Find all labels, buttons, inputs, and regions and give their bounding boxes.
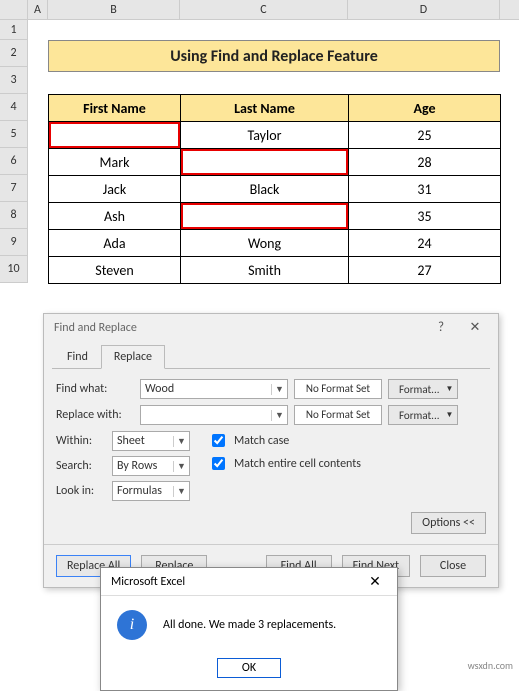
- row-header-2[interactable]: 2: [0, 40, 28, 67]
- chevron-down-icon[interactable]: ▼: [173, 486, 189, 497]
- cell-c6[interactable]: [181, 149, 349, 176]
- page-title: Using Find and Replace Feature: [48, 40, 500, 72]
- th-age[interactable]: Age: [349, 95, 501, 122]
- search-select[interactable]: By Rows▼: [112, 456, 190, 476]
- chevron-down-icon[interactable]: ▼: [173, 436, 189, 447]
- col-header-A[interactable]: A: [28, 0, 48, 19]
- th-first[interactable]: First Name: [49, 95, 181, 122]
- cell-d10[interactable]: 27: [349, 257, 501, 284]
- col-header-D[interactable]: D: [348, 0, 500, 19]
- watermark: wsxdn.com: [468, 659, 513, 672]
- row-header-7[interactable]: 7: [0, 175, 28, 202]
- row-header-1[interactable]: 1: [0, 20, 28, 40]
- find-what-label: Find what:: [56, 382, 134, 396]
- col-header-C[interactable]: C: [180, 0, 348, 19]
- row-headers: 1 2 3 4 5 6 7 8 9 10: [0, 20, 28, 283]
- find-format-preview: No Format Set: [294, 379, 382, 399]
- cell-d8[interactable]: 35: [349, 203, 501, 230]
- cell-d6[interactable]: 28: [349, 149, 501, 176]
- replace-format-preview: No Format Set: [294, 405, 382, 425]
- replace-format-button[interactable]: Format...▼: [388, 405, 458, 425]
- within-select[interactable]: Sheet▼: [112, 431, 190, 451]
- chevron-down-icon[interactable]: ▼: [271, 384, 287, 395]
- chevron-down-icon: ▼: [446, 410, 454, 420]
- find-what-input[interactable]: Wood ▼: [140, 379, 288, 399]
- cell-d5[interactable]: 25: [349, 122, 501, 149]
- dialog-title: Find and Replace: [54, 321, 424, 335]
- chevron-down-icon: ▼: [446, 384, 454, 394]
- msgbox-text: All done. We made 3 replacements.: [163, 618, 336, 632]
- chevron-down-icon[interactable]: ▼: [173, 461, 189, 472]
- row-header-9[interactable]: 9: [0, 229, 28, 256]
- lookin-select[interactable]: Formulas▼: [112, 481, 190, 501]
- match-entire-checkbox[interactable]: Match entire cell contents: [208, 454, 361, 473]
- replace-with-input[interactable]: ▼: [140, 405, 288, 425]
- th-last[interactable]: Last Name: [181, 95, 349, 122]
- select-all-corner[interactable]: [0, 0, 28, 19]
- find-replace-dialog: Find and Replace ? ✕ Find Replace Find w…: [43, 313, 499, 588]
- cell-b7[interactable]: Jack: [49, 176, 181, 203]
- close-icon[interactable]: ✕: [458, 317, 492, 339]
- row-header-10[interactable]: 10: [0, 256, 28, 283]
- row-header-4[interactable]: 4: [0, 94, 28, 121]
- tab-replace[interactable]: Replace: [101, 345, 165, 369]
- cell-c9[interactable]: Wong: [181, 230, 349, 257]
- column-headers: A B C D: [0, 0, 519, 20]
- row-header-6[interactable]: 6: [0, 148, 28, 175]
- cell-b10[interactable]: Steven: [49, 257, 181, 284]
- cell-c10[interactable]: Smith: [181, 257, 349, 284]
- cell-b9[interactable]: Ada: [49, 230, 181, 257]
- cell-d7[interactable]: 31: [349, 176, 501, 203]
- lookin-label: Look in:: [56, 484, 106, 498]
- close-icon[interactable]: ✕: [357, 570, 393, 594]
- cell-d9[interactable]: 24: [349, 230, 501, 257]
- within-label: Within:: [56, 434, 106, 448]
- match-case-checkbox[interactable]: Match case: [208, 431, 361, 450]
- col-header-B[interactable]: B: [48, 0, 180, 19]
- msgbox-title: Microsoft Excel: [111, 575, 357, 589]
- data-table: First Name Last Name Age Taylor 25 Mark …: [48, 94, 501, 284]
- row-header-5[interactable]: 5: [0, 121, 28, 148]
- find-format-button[interactable]: Format...▼: [388, 379, 458, 399]
- cell-b5[interactable]: [49, 122, 181, 149]
- chevron-down-icon[interactable]: ▼: [271, 410, 287, 421]
- message-box: Microsoft Excel ✕ i All done. We made 3 …: [100, 567, 398, 691]
- cell-c5[interactable]: Taylor: [181, 122, 349, 149]
- cell-b8[interactable]: Ash: [49, 203, 181, 230]
- cell-b6[interactable]: Mark: [49, 149, 181, 176]
- replace-with-label: Replace with:: [56, 408, 134, 422]
- cell-c7[interactable]: Black: [181, 176, 349, 203]
- cell-c8[interactable]: [181, 203, 349, 230]
- options-button[interactable]: Options <<: [411, 512, 486, 534]
- info-icon: i: [117, 610, 147, 640]
- ok-button[interactable]: OK: [217, 658, 281, 678]
- help-button[interactable]: ?: [424, 317, 458, 339]
- row-header-8[interactable]: 8: [0, 202, 28, 229]
- search-label: Search:: [56, 459, 106, 473]
- row-header-3[interactable]: 3: [0, 67, 28, 94]
- close-button[interactable]: Close: [420, 555, 486, 577]
- tab-find[interactable]: Find: [54, 345, 101, 369]
